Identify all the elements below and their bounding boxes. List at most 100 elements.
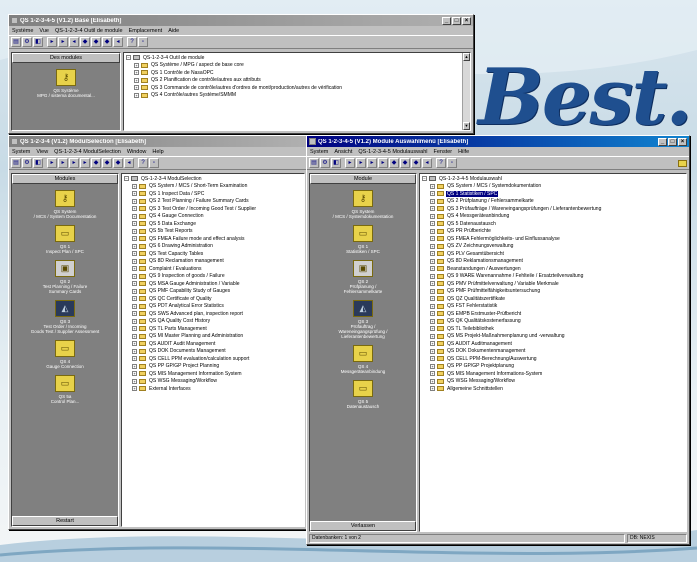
tree-item[interactable]: + QS DOK Dokumentenmanagement: [422, 348, 684, 356]
tree-item[interactable]: + QS SWS Advanced plan, inspection report: [124, 310, 302, 318]
expand-icon[interactable]: +: [132, 281, 137, 287]
window-module-selection-fr[interactable]: QS 1-2-3-4-5 (V1.2) Base [Elisabeth] _ □…: [8, 14, 474, 134]
tree-item[interactable]: + QS 1 Contrôle de NasaOPC: [126, 69, 468, 77]
menu-item[interactable]: Ansicht: [334, 149, 352, 155]
expand-icon[interactable]: +: [430, 206, 435, 212]
expand-icon[interactable]: +: [134, 62, 139, 68]
expand-icon[interactable]: +: [132, 221, 137, 227]
menu-item[interactable]: System: [310, 149, 328, 155]
minimize-button[interactable]: _: [658, 137, 667, 146]
expand-icon[interactable]: +: [430, 183, 435, 189]
expand-icon[interactable]: +: [132, 191, 137, 197]
expand-icon[interactable]: +: [132, 258, 137, 264]
module-entry[interactable]: ▣ QS 2 Test Planning / Failure Summary C…: [12, 260, 118, 294]
expand-icon[interactable]: +: [430, 341, 435, 347]
module-entry[interactable]: ▭ QS 4 Messgeräteanbindung: [310, 345, 416, 374]
window-module-selection-de[interactable]: QS 1-2-3-4-5 (V1.2) Module Auswahlmenü […: [306, 135, 690, 545]
tool-icon[interactable]: ?: [127, 37, 137, 47]
expand-icon[interactable]: +: [132, 228, 137, 234]
maximize-button[interactable]: □: [668, 137, 677, 146]
tool-icon[interactable]: ▸: [69, 158, 79, 168]
tree-root[interactable]: − QS-1-2-3-4-5 Modulauswahl: [422, 175, 684, 183]
tree-item[interactable]: + QS 6 Drawing Administration: [124, 243, 302, 251]
tree-item[interactable]: + QS 1 Statistiken / SPC: [422, 190, 684, 198]
expand-icon[interactable]: +: [430, 288, 435, 294]
tool-icon[interactable]: ◂: [124, 158, 134, 168]
module-entry[interactable]: ⚷ QS System / MCS / Systemdokumentation: [310, 190, 416, 219]
tree-item[interactable]: + QS MIS Management Informations-System: [422, 370, 684, 378]
tree-item[interactable]: + QS AUDIT Audit Management: [124, 340, 302, 348]
tool-icon[interactable]: ▸: [47, 37, 57, 47]
expand-icon[interactable]: +: [430, 348, 435, 354]
tool-icon[interactable]: ▫: [447, 158, 457, 168]
tree-item[interactable]: + QS Test Capacity Tables: [124, 250, 302, 258]
tree-item[interactable]: + QS CELL PPM-Berechnung/Auswertung: [422, 355, 684, 363]
expand-icon[interactable]: +: [132, 296, 137, 302]
expand-icon[interactable]: +: [430, 386, 435, 392]
expand-icon[interactable]: +: [132, 311, 137, 317]
tool-icon[interactable]: ▸: [378, 158, 388, 168]
expand-icon[interactable]: +: [134, 92, 139, 98]
menu-item[interactable]: View: [36, 149, 48, 155]
expand-icon[interactable]: +: [430, 303, 435, 309]
tree-item[interactable]: + QS ZV Zeichnungsverwaltung: [422, 243, 684, 251]
expand-icon[interactable]: +: [430, 378, 435, 384]
close-button[interactable]: ×: [462, 16, 471, 25]
maximize-button[interactable]: □: [452, 16, 461, 25]
tree-item[interactable]: + QS AUDIT Auditmanagement: [422, 340, 684, 348]
tree-item[interactable]: + QS PR Prüfberichte: [422, 228, 684, 236]
folder-icon[interactable]: [678, 159, 687, 167]
collapse-icon[interactable]: −: [124, 176, 129, 182]
tree-item[interactable]: + QS 4 Contrôle/autres Système/SMMM: [126, 92, 468, 100]
module-entry[interactable]: ⚷ QS System / MCS / System Documentation: [12, 190, 118, 219]
tree-item[interactable]: + QS 3 Commande de contrôle/autres d'ordr…: [126, 84, 468, 92]
expand-icon[interactable]: +: [132, 273, 137, 279]
vertical-scrollbar[interactable]: ▲ ▼: [462, 53, 470, 130]
tree-item[interactable]: + QS 4 Gauge Connection: [124, 213, 302, 221]
expand-icon[interactable]: +: [132, 348, 137, 354]
expand-icon[interactable]: +: [430, 266, 435, 272]
tree-item[interactable]: + QS 5b Test Reports: [124, 228, 302, 236]
expand-icon[interactable]: +: [430, 213, 435, 219]
tree-item[interactable]: + Allgemeine Schnittstellen: [422, 385, 684, 393]
tool-icon[interactable]: ◧: [33, 158, 43, 168]
tool-icon[interactable]: ▤: [11, 158, 21, 168]
tree-item[interactable]: + QS MI Master Planning and Administratio…: [124, 333, 302, 341]
tree-item[interactable]: + QS WSG Messaging/Workflow: [422, 378, 684, 386]
tree-item[interactable]: + QS System / MCS / Systemdokumentation: [422, 183, 684, 191]
tool-icon[interactable]: ▸: [367, 158, 377, 168]
expand-icon[interactable]: +: [132, 243, 137, 249]
module-entry[interactable]: ▭ QS 5 Datenaustausch: [310, 380, 416, 409]
module-entry[interactable]: ▭ QS 5a Control Plan...: [12, 375, 118, 404]
expand-icon[interactable]: +: [132, 236, 137, 242]
expand-icon[interactable]: +: [430, 356, 435, 362]
exit-button[interactable]: Verlassen: [310, 521, 416, 531]
module-entry[interactable]: ⚷ QS Système MPG / sistema documental...: [12, 69, 120, 98]
expand-icon[interactable]: +: [132, 356, 137, 362]
menu-item[interactable]: Window: [127, 149, 147, 155]
expand-icon[interactable]: +: [430, 228, 435, 234]
expand-icon[interactable]: +: [430, 221, 435, 227]
tool-icon[interactable]: ▫: [149, 158, 159, 168]
menu-item[interactable]: QS-1-2-3-4-5 Modulauswahl: [358, 149, 427, 155]
tree-item[interactable]: + QS QC Certificate of Quality: [124, 295, 302, 303]
expand-icon[interactable]: +: [132, 318, 137, 324]
expand-icon[interactable]: +: [132, 206, 137, 212]
tree-item[interactable]: + QS EMPB Erstmuster-Prüfbericht: [422, 310, 684, 318]
tree-root[interactable]: − QS-1-2-3-4 Outil de module: [126, 54, 468, 62]
tree-item[interactable]: + QS PP GP/GP Projektplanung: [422, 363, 684, 371]
tool-icon[interactable]: ▸: [356, 158, 366, 168]
module-entry[interactable]: ▭ QS 4 Gauge Connection: [12, 340, 118, 369]
expand-icon[interactable]: +: [430, 251, 435, 257]
tool-icon[interactable]: ◆: [102, 158, 112, 168]
tree-item[interactable]: + QS Système / MPG / aspect de base core: [126, 62, 468, 70]
expand-icon[interactable]: +: [132, 266, 137, 272]
expand-icon[interactable]: +: [430, 281, 435, 287]
tool-icon[interactable]: ▸: [58, 37, 68, 47]
tool-icon[interactable]: ▸: [47, 158, 57, 168]
expand-icon[interactable]: +: [430, 311, 435, 317]
tree-item[interactable]: + QS System / MCS / Short-Term Examinatio…: [124, 183, 302, 191]
expand-icon[interactable]: +: [430, 296, 435, 302]
expand-icon[interactable]: +: [430, 243, 435, 249]
tool-icon[interactable]: ◂: [422, 158, 432, 168]
